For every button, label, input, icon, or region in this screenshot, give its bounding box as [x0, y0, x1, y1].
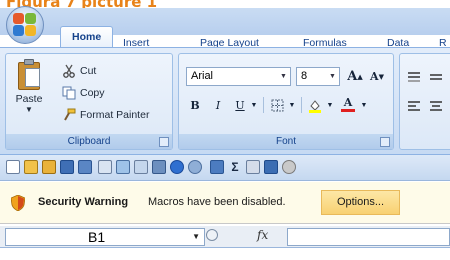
chart-icon[interactable] — [152, 160, 166, 174]
grow-font-button[interactable]: A ▲ — [345, 67, 365, 86]
ribbon-panel: Paste ▼ Cut Copy Format Painter Clipboar… — [0, 47, 450, 155]
chevron-down-icon[interactable]: ▼ — [192, 232, 200, 241]
align-top-button[interactable] — [405, 67, 423, 86]
clipboard-group-label: Clipboard — [6, 134, 172, 149]
chevron-down-icon[interactable]: ▼ — [12, 105, 46, 114]
scissors-icon — [62, 64, 76, 78]
shield-icon — [10, 194, 26, 212]
underline-button[interactable]: U — [231, 96, 249, 115]
folder-icon[interactable] — [42, 160, 56, 174]
open-folder-icon[interactable] — [24, 160, 38, 174]
security-warning-bar: Security Warning Macros have been disabl… — [0, 182, 450, 224]
paste-label: Paste — [15, 93, 43, 105]
bold-button[interactable]: B — [186, 96, 204, 115]
alignment-group — [399, 53, 450, 150]
options-button[interactable]: Options... — [321, 190, 400, 215]
security-warning-message: Macros have been disabled. — [148, 196, 286, 208]
clipboard-group: Paste ▼ Cut Copy Format Painter Clipboar… — [5, 53, 173, 150]
grow-font-label: A — [347, 69, 358, 84]
italic-button[interactable]: I — [209, 96, 227, 115]
borders-icon — [271, 99, 283, 112]
borders-button[interactable] — [267, 96, 287, 115]
research-icon[interactable] — [134, 160, 148, 174]
print-icon[interactable] — [78, 160, 92, 174]
office-button[interactable] — [6, 6, 44, 44]
fill-color-icon — [309, 99, 321, 113]
align-middle-icon — [430, 73, 442, 80]
formula-bar: B1 ▼ fx — [0, 226, 450, 248]
font-group-label: Font — [179, 134, 393, 149]
align-left-button[interactable] — [405, 96, 423, 115]
print-preview-icon[interactable] — [98, 160, 112, 174]
formula-input[interactable] — [287, 228, 450, 246]
formula-buttons: fx — [205, 228, 285, 246]
fill-color-button[interactable] — [305, 96, 325, 115]
shrink-font-label: A — [370, 70, 379, 83]
sort-icon[interactable] — [246, 160, 260, 174]
save-icon[interactable] — [60, 160, 74, 174]
font-color-label: A — [343, 95, 353, 109]
office-logo-icon — [13, 13, 37, 37]
shrink-font-button[interactable]: A ▼ — [367, 67, 387, 86]
cancel-entry-icon[interactable] — [206, 229, 218, 241]
chevron-down-icon[interactable]: ▼ — [287, 96, 297, 115]
copy-icon — [62, 86, 76, 100]
circle-icon[interactable] — [282, 160, 296, 174]
chevron-down-icon[interactable]: ▼ — [327, 69, 338, 84]
copy-label: Copy — [80, 86, 105, 99]
font-group: Arial ▼ 8 ▼ A ▲ A ▼ B I U ▼ ▼ ▼ A ▼ Font — [178, 53, 394, 150]
chevron-down-icon[interactable]: ▼ — [278, 69, 289, 84]
table-icon[interactable] — [210, 160, 224, 174]
tab-home[interactable]: Home — [60, 26, 114, 47]
font-color-swatch — [341, 108, 355, 112]
font-size-value: 8 — [301, 70, 308, 82]
undo-icon[interactable] — [170, 160, 184, 174]
paste-icon — [16, 59, 42, 91]
align-center-icon — [430, 100, 442, 111]
quick-access-toolbar: Σ — [0, 155, 450, 181]
spelling-icon[interactable] — [116, 160, 130, 174]
name-box-value: B1 — [88, 229, 106, 245]
redo-icon[interactable] — [188, 160, 202, 174]
separator — [301, 97, 302, 113]
cut-label: Cut — [80, 64, 97, 77]
align-center-button[interactable] — [427, 96, 445, 115]
align-top-icon — [408, 71, 420, 82]
font-color-button[interactable]: A — [339, 94, 357, 113]
separator — [263, 97, 264, 113]
font-size-combo[interactable]: 8 ▼ — [296, 67, 340, 86]
align-left-icon — [408, 100, 420, 111]
cut-button[interactable]: Cut — [62, 62, 96, 79]
format-painter-label: Format Painter — [80, 108, 150, 121]
filter-icon[interactable] — [264, 160, 278, 174]
chevron-down-icon[interactable]: ▼ — [325, 96, 335, 115]
security-warning-title: Security Warning — [38, 196, 129, 208]
copy-button[interactable]: Copy — [62, 84, 105, 101]
format-painter-button[interactable]: Format Painter — [62, 106, 149, 123]
insert-function-button[interactable]: fx — [257, 228, 268, 242]
paste-button[interactable]: Paste ▼ — [12, 59, 46, 114]
autosum-icon[interactable]: Σ — [228, 160, 242, 174]
new-file-icon[interactable] — [6, 160, 20, 174]
format-painter-icon — [62, 108, 76, 122]
font-dialog-launcher[interactable] — [380, 137, 390, 147]
align-middle-button[interactable] — [427, 67, 445, 86]
font-name-value: Arial — [191, 70, 214, 82]
chevron-down-icon[interactable]: ▼ — [359, 96, 369, 115]
chevron-down-icon[interactable]: ▼ — [249, 96, 259, 115]
font-name-combo[interactable]: Arial ▼ — [186, 67, 291, 86]
name-box[interactable]: B1 ▼ — [5, 228, 205, 246]
clipboard-dialog-launcher[interactable] — [159, 137, 169, 147]
